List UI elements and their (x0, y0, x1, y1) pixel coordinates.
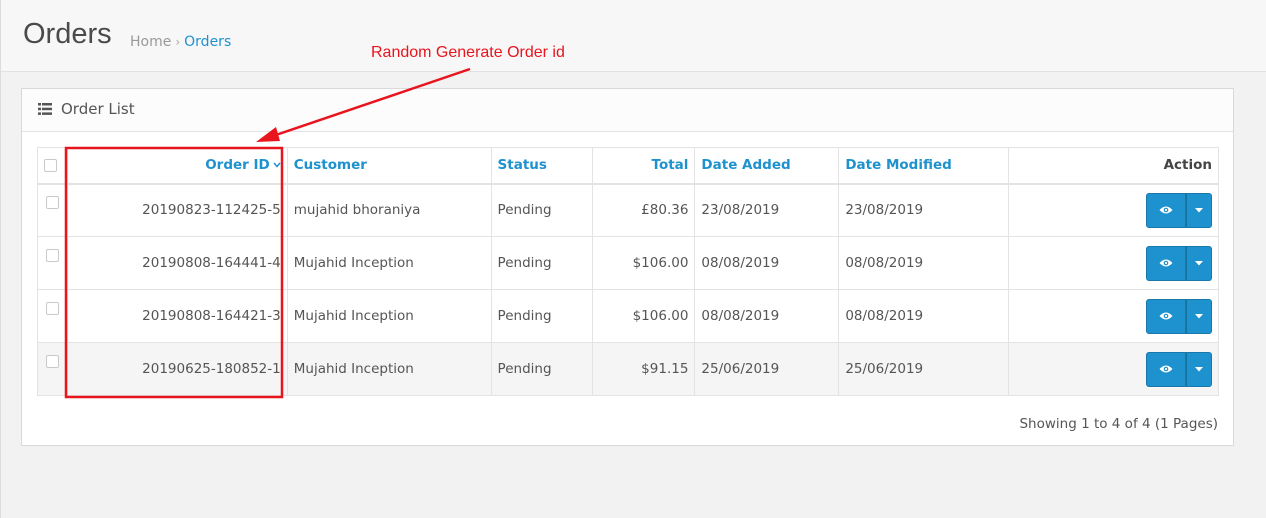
total-cell: $106.00 (592, 289, 696, 343)
action-button-group (1146, 298, 1212, 334)
row-checkbox[interactable] (45, 354, 59, 368)
view-order-button[interactable] (1146, 192, 1186, 228)
pagination-summary: Showing 1 to 4 of 4 (1 Pages) (1019, 416, 1218, 432)
view-order-button[interactable] (1146, 351, 1186, 387)
caret-down-icon (1195, 207, 1203, 213)
date-added-cell: 25/06/2019 (694, 342, 840, 396)
table-row: 20190823-112425-5 mujahid bhoraniya Pend… (37, 183, 1219, 237)
order-id-cell: 20190823-112425-5 (66, 183, 288, 237)
row-checkbox-cell (37, 342, 68, 396)
action-cell (1008, 236, 1219, 290)
chevron-down-icon (273, 162, 281, 168)
total-cell: $91.15 (592, 342, 696, 396)
breadcrumb: Home › Orders (130, 34, 231, 50)
status-cell: Pending (490, 183, 594, 237)
actions-dropdown-button[interactable] (1186, 192, 1212, 228)
row-checkbox[interactable] (45, 196, 59, 209)
panel-heading: Order List (22, 89, 1233, 132)
caret-down-icon (1195, 260, 1203, 265)
panel-title: Order List (61, 100, 135, 118)
action-button-group (1146, 192, 1212, 228)
total-cell: $106.00 (592, 236, 696, 290)
table-row: 20190625-180852-1 Mujahid Inception Pend… (37, 342, 1219, 396)
date-modified-cell: 23/08/2019 (838, 183, 1010, 237)
actions-dropdown-button[interactable] (1186, 298, 1212, 334)
status-cell: Pending (490, 236, 594, 290)
date-modified-cell: 08/08/2019 (838, 289, 1010, 343)
row-checkbox-cell (37, 289, 68, 343)
orders-table: Order ID Customer Status Total Date Adde… (37, 147, 1219, 396)
breadcrumb-separator: › (175, 35, 181, 49)
window-edge (0, 0, 1, 518)
customer-cell: Mujahid Inception (286, 236, 492, 290)
breadcrumb-home-link[interactable]: Home (130, 34, 171, 50)
column-header-date-modified[interactable]: Date Modified (838, 147, 1010, 185)
action-button-group (1146, 351, 1212, 387)
row-checkbox-cell (37, 183, 68, 237)
customer-cell: Mujahid Inception (286, 289, 492, 343)
breadcrumb-orders-link[interactable]: Orders (184, 34, 231, 50)
status-cell: Pending (490, 289, 594, 343)
column-header-action: Action (1008, 147, 1219, 185)
total-cell: £80.36 (592, 183, 696, 237)
customer-cell: mujahid bhoraniya (286, 183, 492, 237)
view-order-button[interactable] (1146, 298, 1186, 334)
date-modified-cell: 08/08/2019 (838, 236, 1010, 290)
caret-down-icon (1195, 313, 1203, 318)
view-order-button[interactable] (1146, 245, 1186, 281)
column-header-status[interactable]: Status (490, 147, 594, 185)
date-modified-cell: 25/06/2019 (838, 342, 1010, 396)
column-header-order-id-label: Order ID (205, 157, 270, 174)
select-all-checkbox-cell (37, 147, 68, 185)
date-added-cell: 23/08/2019 (694, 183, 840, 237)
annotation-label: Random Generate Order id (371, 44, 565, 61)
action-button-group (1146, 245, 1212, 281)
select-all-checkbox[interactable] (44, 158, 57, 172)
eye-icon (1159, 365, 1173, 373)
eye-icon (1159, 259, 1173, 267)
order-id-cell: 20190625-180852-1 (66, 342, 288, 396)
page-header: Orders Home › Orders (1, 0, 1266, 72)
table-row: 20190808-164421-3 Mujahid Inception Pend… (37, 289, 1219, 343)
action-cell (1008, 183, 1219, 237)
column-header-customer[interactable]: Customer (286, 147, 492, 185)
row-checkbox[interactable] (45, 301, 59, 315)
date-added-cell: 08/08/2019 (694, 236, 840, 290)
eye-icon (1159, 206, 1173, 214)
order-list-panel: Order List Order ID Customer Status Tota… (21, 88, 1234, 446)
row-checkbox-cell (37, 236, 68, 290)
action-cell (1008, 342, 1219, 396)
date-added-cell: 08/08/2019 (694, 289, 840, 343)
actions-dropdown-button[interactable] (1186, 351, 1212, 387)
caret-down-icon (1195, 366, 1203, 371)
actions-dropdown-button[interactable] (1186, 245, 1212, 281)
order-id-cell: 20190808-164441-4 (66, 236, 288, 290)
row-checkbox[interactable] (45, 248, 59, 262)
order-id-cell: 20190808-164421-3 (66, 289, 288, 343)
column-header-order-id[interactable]: Order ID (66, 147, 288, 185)
customer-cell: Mujahid Inception (286, 342, 492, 396)
eye-icon (1159, 312, 1173, 320)
table-header-row: Order ID Customer Status Total Date Adde… (37, 147, 1219, 185)
action-cell (1008, 289, 1219, 343)
column-header-total[interactable]: Total (592, 147, 696, 185)
status-cell: Pending (490, 342, 594, 396)
page-title: Orders (23, 18, 112, 50)
column-header-date-added[interactable]: Date Added (694, 147, 840, 185)
table-row: 20190808-164441-4 Mujahid Inception Pend… (37, 236, 1219, 290)
list-icon (38, 103, 52, 115)
